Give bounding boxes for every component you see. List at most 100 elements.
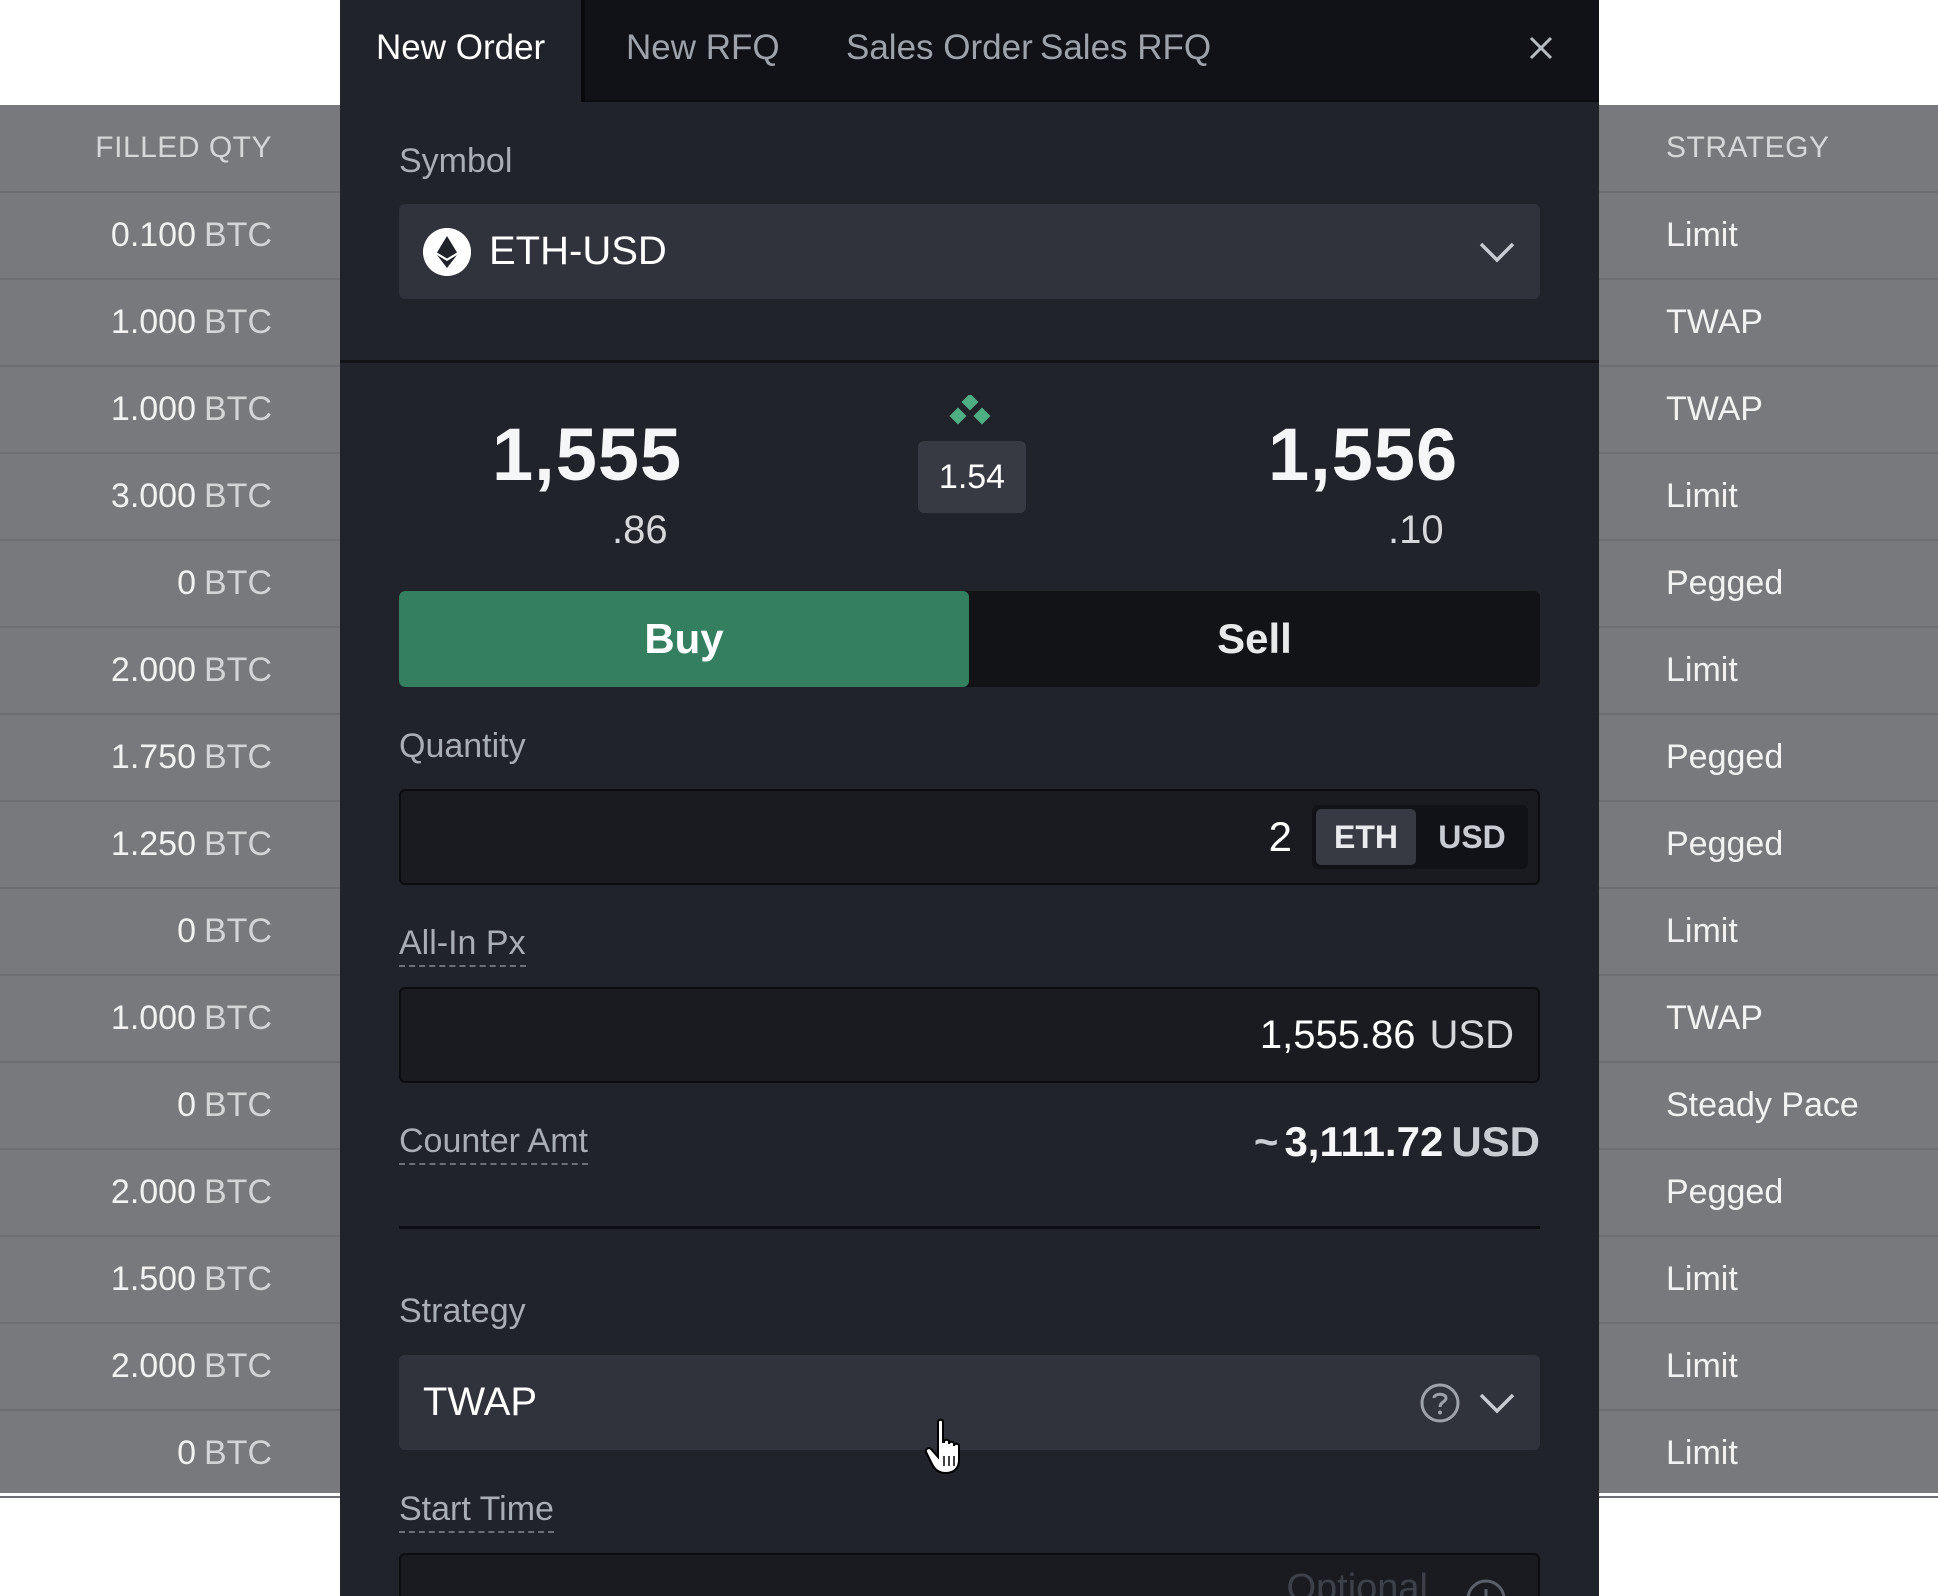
filled-qty-value: 3.000 — [110, 477, 196, 515]
filled-qty-value: 1.750 — [110, 738, 196, 776]
filled-qty-unit: BTC — [204, 564, 272, 602]
tab-sales-rfq[interactable]: Sales RFQ — [1004, 0, 1247, 100]
filled-qty-unit: BTC — [204, 738, 272, 776]
filled-qty-cell: 1.000 BTC — [0, 976, 340, 1063]
filled-qty-value: 2.000 — [110, 1347, 196, 1385]
strategy-cell: Limit — [1598, 454, 1938, 541]
strategy-cell: Pegged — [1598, 541, 1938, 628]
section-divider — [399, 1226, 1540, 1229]
filled-qty-unit: BTC — [204, 912, 272, 950]
filled-qty-unit: BTC — [204, 477, 272, 515]
strategy-cell: Pegged — [1598, 1150, 1938, 1237]
blotter-filled-qty-column: FILLED QTY 0.100 BTC 1.000 BTC 1.000 BTC 3.000… — [0, 105, 340, 1498]
strategy-cell: TWAP — [1598, 280, 1938, 367]
quantity-value: 2 — [1268, 813, 1292, 860]
filled-qty-cell: 3.000 BTC — [0, 454, 340, 541]
quantity-unit-switch: ETH USD — [1312, 805, 1528, 869]
start-time-placeholder: Optional — [1286, 1567, 1428, 1596]
strategy-cell: Limit — [1598, 1324, 1938, 1411]
start-time-input[interactable]: Optional — [399, 1553, 1540, 1596]
filled-qty-unit: BTC — [204, 390, 272, 428]
strategy-cell: Limit — [1598, 1411, 1938, 1498]
offer-price-small: .10 — [1388, 508, 1444, 552]
filled-qty-value: 1.000 — [110, 303, 196, 341]
tab-new-order[interactable]: New Order — [340, 0, 586, 102]
column-header-filled-qty: FILLED QTY — [0, 105, 340, 193]
symbol-select[interactable]: ETH-USD — [399, 204, 1540, 299]
filled-qty-cell: 2.000 BTC — [0, 1150, 340, 1237]
blotter-strategy-column: STRATEGY Limit TWAP TWAP Limit Pegged Limit Pe… — [1598, 105, 1938, 1498]
column-header-strategy: STRATEGY — [1598, 105, 1938, 193]
filled-qty-value: 1.000 — [110, 390, 196, 428]
filled-qty-value: 0.100 — [110, 216, 196, 254]
filled-qty-value: 1.000 — [110, 999, 196, 1037]
symbol-section: Symbol ETH-USD — [340, 102, 1599, 363]
filled-qty-cell: 1.500 BTC — [0, 1237, 340, 1324]
filled-qty-unit: BTC — [204, 1347, 272, 1385]
unit-option-eth[interactable]: ETH — [1316, 809, 1416, 865]
filled-qty-cell: 1.000 BTC — [0, 367, 340, 454]
strategy-value: TWAP — [423, 1380, 538, 1424]
all-in-px-input[interactable]: 1,555.86 USD — [399, 987, 1540, 1083]
filled-qty-cell: 2.000 BTC — [0, 1324, 340, 1411]
filled-qty-cell: 0 BTC — [0, 889, 340, 976]
all-in-px-label: All-In Px — [399, 924, 526, 967]
filled-qty-value: 0 — [177, 1086, 196, 1124]
buy-button[interactable]: Buy — [399, 591, 969, 687]
bid-price-big[interactable]: 1,555 — [492, 412, 682, 497]
strategy-cell: Limit — [1598, 628, 1938, 715]
filled-qty-cell: 2.000 BTC — [0, 628, 340, 715]
filled-qty-unit: BTC — [204, 1086, 272, 1124]
clock-icon[interactable] — [1464, 1577, 1508, 1596]
filled-qty-unit: BTC — [204, 1173, 272, 1211]
side-toggle: Buy Sell — [399, 591, 1540, 687]
order-ticket-modal: New Order New RFQ Sales Order Sales RFQ … — [340, 0, 1599, 1596]
filled-qty-value: 2.000 — [110, 651, 196, 689]
ethereum-icon — [423, 228, 471, 276]
filled-qty-value: 2.000 — [110, 1173, 196, 1211]
filled-qty-value: 0 — [177, 912, 196, 950]
filled-qty-unit: BTC — [204, 1434, 272, 1472]
filled-qty-value: 0 — [177, 564, 196, 602]
filled-qty-unit: BTC — [204, 651, 272, 689]
filled-qty-cell: 1.250 BTC — [0, 802, 340, 889]
filled-qty-unit: BTC — [204, 825, 272, 863]
counter-amt-value: ~3,111.72 USD — [1253, 1118, 1540, 1165]
filled-qty-unit: BTC — [204, 1260, 272, 1298]
all-in-px-value: 1,555.86 USD — [1259, 1013, 1514, 1057]
strategy-cell: TWAP — [1598, 367, 1938, 454]
start-time-label: Start Time — [399, 1490, 554, 1533]
strategy-label: Strategy — [399, 1292, 526, 1330]
sell-button[interactable]: Sell — [969, 591, 1540, 687]
bid-price-small: .86 — [612, 508, 668, 552]
strategy-cell: Pegged — [1598, 715, 1938, 802]
quantity-label: Quantity — [399, 727, 526, 765]
spread-badge: 1.54 — [918, 441, 1026, 513]
chevron-down-icon[interactable] — [1478, 241, 1516, 263]
filled-qty-value: 1.500 — [110, 1260, 196, 1298]
tab-new-rfq[interactable]: New RFQ — [590, 0, 816, 100]
symbol-value: ETH-USD — [489, 229, 667, 273]
filled-qty-cell: 1.750 BTC — [0, 715, 340, 802]
ticket-tab-bar: New Order New RFQ Sales Order Sales RFQ — [340, 0, 1599, 102]
strategy-cell: Pegged — [1598, 802, 1938, 889]
filled-qty-cell: 0 BTC — [0, 1063, 340, 1150]
filled-qty-unit: BTC — [204, 999, 272, 1037]
filled-qty-cell: 0 BTC — [0, 1411, 340, 1498]
strategy-select[interactable]: TWAP — [399, 1355, 1540, 1450]
unit-option-usd[interactable]: USD — [1420, 809, 1524, 865]
help-icon[interactable] — [1418, 1381, 1462, 1425]
quantity-input[interactable]: 2 ETH USD — [399, 789, 1540, 885]
offer-price-big[interactable]: 1,556 — [1268, 412, 1458, 497]
strategy-cell: Limit — [1598, 889, 1938, 976]
strategy-cell: Limit — [1598, 193, 1938, 280]
filled-qty-unit: BTC — [204, 303, 272, 341]
strategy-cell: TWAP — [1598, 976, 1938, 1063]
filled-qty-cell: 0 BTC — [0, 541, 340, 628]
chevron-down-icon[interactable] — [1478, 1392, 1516, 1414]
filled-qty-cell: 1.000 BTC — [0, 280, 340, 367]
close-icon[interactable] — [1523, 30, 1559, 66]
filled-qty-value: 1.250 — [110, 825, 196, 863]
filled-qty-value: 0 — [177, 1434, 196, 1472]
filled-qty-unit: BTC — [204, 216, 272, 254]
